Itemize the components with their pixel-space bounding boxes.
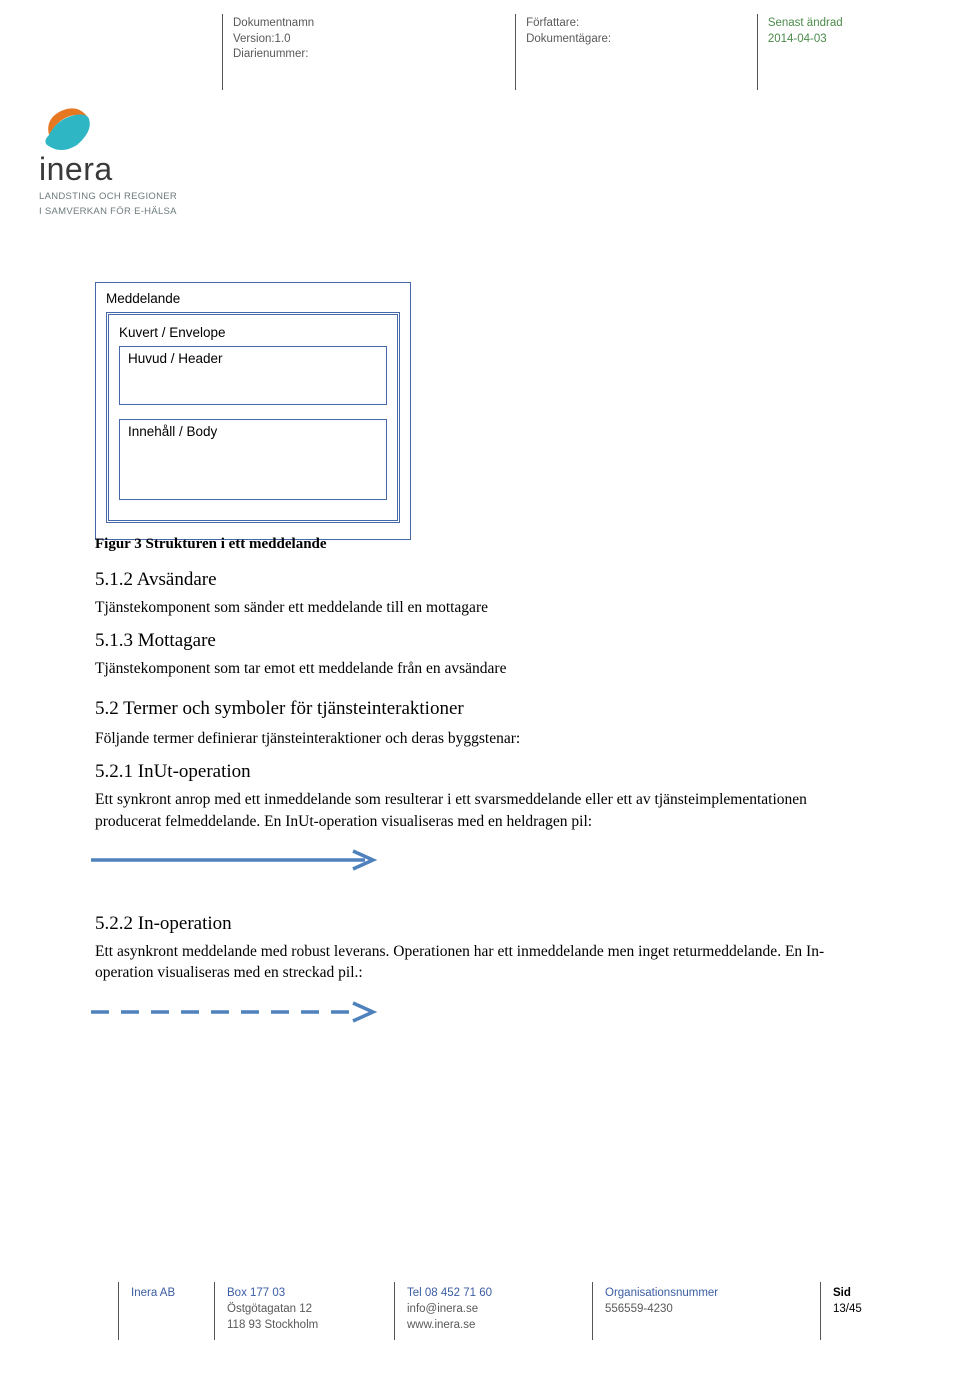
heading-5-1-3: 5.1.3 Mottagare	[95, 630, 873, 652]
heading-5-2: 5.2 Termer och symboler för tjänsteinter…	[95, 698, 873, 720]
meta-forfattare: Författare:	[526, 16, 749, 32]
logo-tagline-2: I SAMVERKAN FÖR E-HÄLSA	[39, 206, 199, 218]
message-structure-diagram: Meddelande Kuvert / Envelope Huvud / Hea…	[95, 282, 411, 540]
footer-orgnr-value: 556559-4230	[605, 1301, 810, 1317]
footer-company: Inera AB	[118, 1282, 214, 1340]
label-innehall: Innehåll / Body	[128, 424, 378, 439]
heading-5-1-2: 5.1.2 Avsändare	[95, 569, 873, 591]
footer-box: Box 177 03	[227, 1285, 384, 1301]
meta-version: Version:1.0	[233, 32, 507, 48]
meta-dokumentagare: Dokumentägare:	[526, 32, 749, 48]
para-5-2-1: Ett synkront anrop med ett inmeddelande …	[95, 789, 873, 832]
footer-page-label: Sid	[833, 1285, 910, 1301]
document-body: Figur 3 Strukturen i ett meddelande 5.1.…	[95, 528, 873, 1053]
footer-page-number: 13/45	[833, 1301, 910, 1317]
label-meddelande: Meddelande	[106, 291, 400, 306]
meta-col-author: Författare: Dokumentägare:	[515, 14, 757, 90]
logo: inera LANDSTING OCH REGIONER I SAMVERKAN…	[39, 105, 199, 218]
logo-wordmark: inera	[39, 151, 199, 188]
logo-mark-icon	[39, 105, 95, 153]
logo-tagline-1: LANDSTING OCH REGIONER	[39, 191, 199, 203]
page-footer: Inera AB Box 177 03 Östgötagatan 12 118 …	[118, 1282, 920, 1340]
para-5-1-2: Tjänstekomponent som sänder ett meddelan…	[95, 597, 873, 618]
box-huvud: Huvud / Header	[119, 346, 387, 405]
label-kuvert: Kuvert / Envelope	[119, 325, 387, 340]
label-huvud: Huvud / Header	[128, 351, 378, 366]
footer-phone: Tel 08 452 71 60	[407, 1285, 582, 1301]
box-meddelande: Meddelande Kuvert / Envelope Huvud / Hea…	[95, 282, 411, 540]
box-innehall: Innehåll / Body	[119, 419, 387, 500]
heading-5-2-1: 5.2.1 InUt-operation	[95, 761, 873, 783]
meta-col-changed: Senast ändrad 2014-04-03	[757, 14, 930, 90]
meta-col-doc: Dokumentnamn Version:1.0 Diarienummer:	[222, 14, 515, 90]
footer-city: 118 93 Stockholm	[227, 1317, 384, 1333]
footer-email: info@inera.se	[407, 1301, 582, 1317]
footer-contact: Tel 08 452 71 60 info@inera.se www.inera…	[394, 1282, 592, 1340]
meta-dokumentnamn: Dokumentnamn	[233, 16, 507, 32]
para-5-1-3: Tjänstekomponent som tar emot ett meddel…	[95, 658, 873, 679]
box-kuvert: Kuvert / Envelope Huvud / Header Innehål…	[106, 312, 400, 523]
footer-page: Sid 13/45	[820, 1282, 920, 1340]
dashed-arrow-icon	[89, 1000, 379, 1024]
para-5-2-2: Ett asynkront meddelande med robust leve…	[95, 941, 873, 984]
meta-senast-andrad-label: Senast ändrad	[768, 16, 922, 32]
heading-5-2-2: 5.2.2 In-operation	[95, 913, 873, 935]
doc-metadata: Dokumentnamn Version:1.0 Diarienummer: F…	[222, 14, 930, 90]
solid-arrow-icon	[89, 848, 379, 872]
footer-orgnr-label: Organisationsnummer	[605, 1285, 810, 1301]
footer-orgnr: Organisationsnummer 556559-4230	[592, 1282, 820, 1340]
footer-web: www.inera.se	[407, 1317, 582, 1333]
footer-address: Box 177 03 Östgötagatan 12 118 93 Stockh…	[214, 1282, 394, 1340]
figure-caption: Figur 3 Strukturen i ett meddelande	[95, 536, 873, 553]
footer-company-name: Inera AB	[131, 1285, 204, 1301]
footer-street: Östgötagatan 12	[227, 1301, 384, 1317]
para-5-2: Följande termer definierar tjänsteintera…	[95, 728, 873, 749]
meta-senast-andrad-date: 2014-04-03	[768, 32, 922, 48]
meta-diarienummer: Diarienummer:	[233, 47, 507, 63]
